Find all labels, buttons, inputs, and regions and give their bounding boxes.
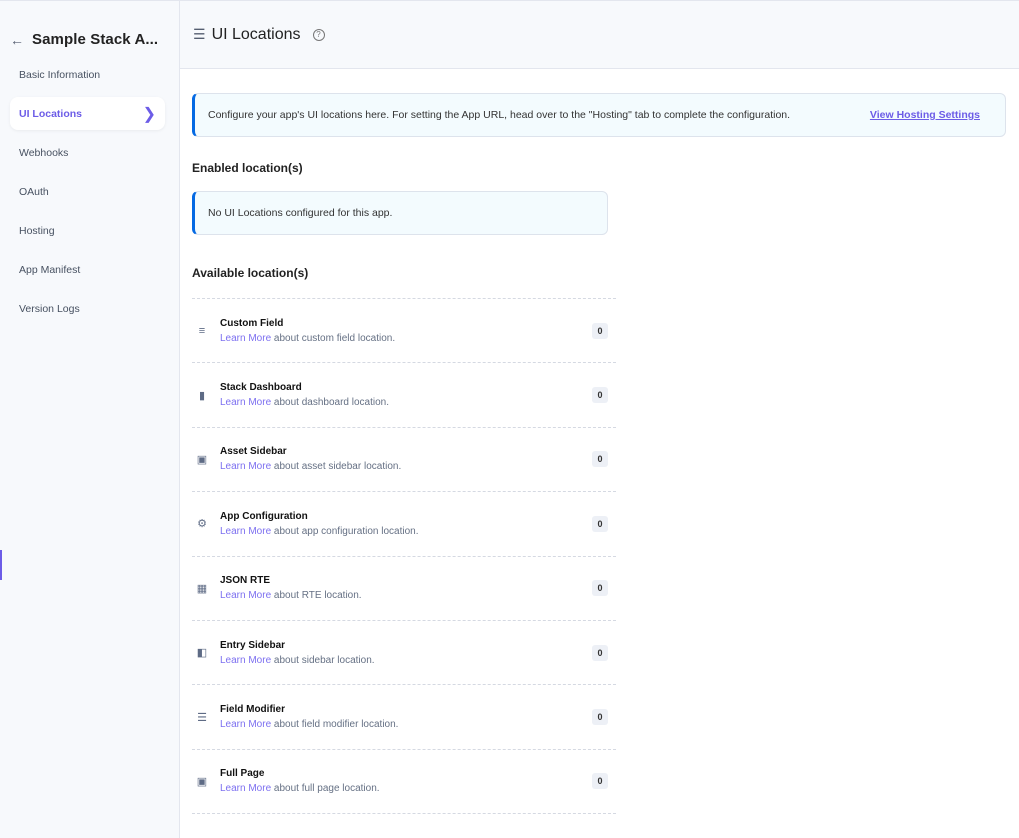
sidebar-item-app-manifest[interactable]: App Manifest (10, 253, 165, 286)
learn-more-link[interactable]: Learn More (220, 719, 271, 730)
learn-more-link[interactable]: Learn More (220, 461, 271, 472)
location-desc-text: about field modifier location. (271, 719, 399, 731)
sidebar-item-label: Version Logs (19, 302, 80, 315)
back-button[interactable]: ← Sample Stack A... (10, 31, 158, 48)
location-item: ▮​ Stack Dashboard Learn More about dash… (192, 363, 616, 428)
location-desc: Learn More about dashboard location. (220, 397, 389, 408)
learn-more-link[interactable]: Learn More (220, 526, 271, 537)
location-name: App Configuration (220, 510, 308, 522)
info-banner: Configure your app's UI locations here. … (192, 93, 1006, 137)
count-badge: 0 (592, 387, 608, 404)
empty-text: No UI Locations configured for this app. (208, 207, 393, 219)
location-item: ▦ JSON RTE Learn More about RTE location… (192, 557, 616, 621)
location-item: ▣ Full Page Learn More about full page l… (192, 750, 616, 815)
sidebar-item-hosting[interactable]: Hosting (10, 214, 165, 247)
rte-icon: ▦ (196, 582, 208, 595)
sidebar-item-label: App Manifest (19, 263, 81, 276)
resize-handle[interactable] (0, 550, 2, 580)
info-text: Configure your app's UI locations here. … (208, 109, 791, 121)
location-name: Custom Field (220, 317, 284, 329)
full-page-icon: ▣ (196, 775, 208, 788)
count-badge: 0 (592, 709, 608, 726)
count-badge: 0 (592, 322, 608, 339)
learn-more-link[interactable]: Learn More (220, 397, 271, 408)
location-name: Full Page (220, 768, 265, 780)
asset-sidebar-icon: ▣ (196, 453, 208, 466)
count-badge: 0 (592, 580, 608, 597)
location-text: JSON RTE Learn More about RTE location. (220, 575, 362, 601)
sidebar-nav: Basic Information UI Locations ❯ Webhooks… (10, 58, 165, 331)
page-header: ☰ UI Locations ? (180, 0, 1019, 69)
location-text: Custom Field Learn More about custom fie… (220, 318, 395, 344)
count-badge: 0 (592, 515, 608, 532)
location-desc-text: about dashboard location. (271, 397, 390, 409)
chevron-right-icon: ❯ (142, 105, 156, 123)
sidebar-item-label: Webhooks (19, 146, 69, 159)
sidebar-item-label: OAuth (19, 185, 49, 198)
arrow-left-icon: ← (10, 31, 24, 48)
location-text: Entry Sidebar Learn More about sidebar l… (220, 640, 375, 666)
gear-icon: ⚙ (197, 518, 207, 531)
location-item: ⚙ App Configuration Learn More about app… (192, 492, 616, 557)
page-title: UI Locations (211, 25, 301, 43)
location-desc-text: about asset sidebar location. (271, 461, 402, 473)
location-desc: Learn More about asset sidebar location. (220, 461, 401, 472)
learn-more-link[interactable]: Learn More (220, 590, 271, 601)
location-desc-text: about RTE location. (271, 590, 362, 602)
location-desc-text: about sidebar location. (271, 654, 375, 666)
learn-more-link[interactable]: Learn More (220, 333, 271, 344)
location-name: Field Modifier (220, 704, 285, 716)
available-heading: Available location(s) (192, 266, 309, 280)
location-text: Stack Dashboard Learn More about dashboa… (220, 382, 389, 408)
sidebar: ← Sample Stack A... Basic Information UI… (0, 0, 180, 838)
learn-more-link[interactable]: Learn More (220, 655, 271, 666)
location-name: Asset Sidebar (220, 446, 287, 458)
help-icon[interactable]: ? (312, 28, 325, 41)
count-badge: 0 (592, 773, 608, 790)
location-text: Field Modifier Learn More about field mo… (220, 704, 398, 730)
available-locations-list: ≡ Custom Field Learn More about custom f… (192, 298, 616, 815)
location-desc: Learn More about full page location. (220, 783, 380, 794)
location-text: Asset Sidebar Learn More about asset sid… (220, 446, 401, 472)
location-item: ≡ Custom Field Learn More about custom f… (192, 299, 616, 364)
custom-field-icon: ≡ (198, 324, 206, 337)
field-modifier-icon: ☰ (197, 711, 207, 724)
sidebar-item-oauth[interactable]: OAuth (10, 175, 165, 208)
location-name: Stack Dashboard (220, 382, 302, 394)
count-badge: 0 (592, 644, 608, 661)
location-desc-text: about app configuration location. (271, 525, 419, 537)
location-item: ☰ Field Modifier Learn More about field … (192, 685, 616, 750)
sidebar-item-webhooks[interactable]: Webhooks (10, 136, 165, 169)
location-desc: Learn More about app configuration locat… (220, 526, 418, 537)
location-item: ◧ Entry Sidebar Learn More about sidebar… (192, 621, 616, 686)
menu-icon[interactable]: ☰ (193, 26, 206, 43)
location-name: JSON RTE (220, 575, 271, 587)
sidebar-item-label: Hosting (19, 224, 55, 237)
empty-state: No UI Locations configured for this app. (192, 191, 608, 235)
location-text: App Configuration Learn More about app c… (220, 511, 418, 537)
sidebar-item-ui-locations[interactable]: UI Locations ❯ (10, 97, 165, 130)
view-hosting-settings-link[interactable]: View Hosting Settings (870, 109, 980, 121)
location-text: Full Page Learn More about full page loc… (220, 768, 380, 794)
app-title: Sample Stack A... (32, 31, 159, 48)
count-badge: 0 (592, 451, 608, 468)
sidebar-item-label: UI Locations (19, 107, 83, 120)
location-desc-text: about full page location. (271, 783, 380, 795)
enabled-heading: Enabled location(s) (192, 161, 303, 175)
dashboard-icon: ▮​ (198, 389, 206, 402)
sidebar-item-version-logs[interactable]: Version Logs (10, 292, 165, 325)
location-desc: Learn More about sidebar location. (220, 655, 375, 666)
learn-more-link[interactable]: Learn More (220, 783, 271, 794)
sidebar-item-basic-information[interactable]: Basic Information (10, 58, 165, 91)
location-item: ▣ Asset Sidebar Learn More about asset s… (192, 428, 616, 493)
location-desc-text: about custom field location. (271, 332, 396, 344)
location-desc: Learn More about RTE location. (220, 590, 362, 601)
location-name: Entry Sidebar (220, 639, 286, 651)
entry-sidebar-icon: ◧ (196, 647, 208, 660)
location-desc: Learn More about custom field location. (220, 333, 395, 344)
sidebar-item-label: Basic Information (19, 68, 101, 81)
location-desc: Learn More about field modifier location… (220, 719, 398, 730)
